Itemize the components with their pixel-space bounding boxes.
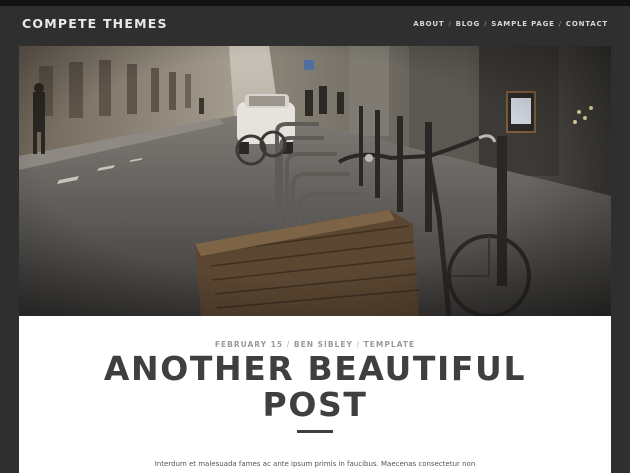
nav-item-blog[interactable]: BLOG [456,20,480,28]
meta-separator: / [356,340,361,349]
post-date[interactable]: FEBRUARY 15 [215,340,283,349]
featured-image[interactable] [19,46,611,316]
nav-item-about[interactable]: ABOUT [413,20,444,28]
post-title-line-2[interactable]: POST [263,385,368,424]
street-bicycle-photo [19,46,611,316]
post-category[interactable]: TEMPLATE [364,340,415,349]
post-title[interactable]: ANOTHER BEAUTIFUL POST [19,351,611,423]
nav-separator: / [448,20,452,28]
nav-separator: / [558,20,562,28]
nav-item-contact[interactable]: CONTACT [566,20,608,28]
site-logo[interactable]: COMPETE THEMES [22,16,168,31]
post-author[interactable]: BEN SIBLEY [294,340,353,349]
site-header: COMPETE THEMES ABOUT / BLOG / SAMPLE PAG… [0,6,630,46]
meta-separator: / [286,340,291,349]
post-card: FEBRUARY 15 / BEN SIBLEY / TEMPLATE ANOT… [19,316,611,473]
post-title-line-1[interactable]: ANOTHER BEAUTIFUL [104,349,526,388]
post-meta: FEBRUARY 15 / BEN SIBLEY / TEMPLATE [19,340,611,349]
nav-item-sample-page[interactable]: SAMPLE PAGE [491,20,554,28]
nav-separator: / [484,20,488,28]
post-excerpt: Interdum et malesuada fames ac ante ipsu… [154,460,476,468]
primary-nav: ABOUT / BLOG / SAMPLE PAGE / CONTACT [413,20,608,28]
title-divider [297,430,333,433]
